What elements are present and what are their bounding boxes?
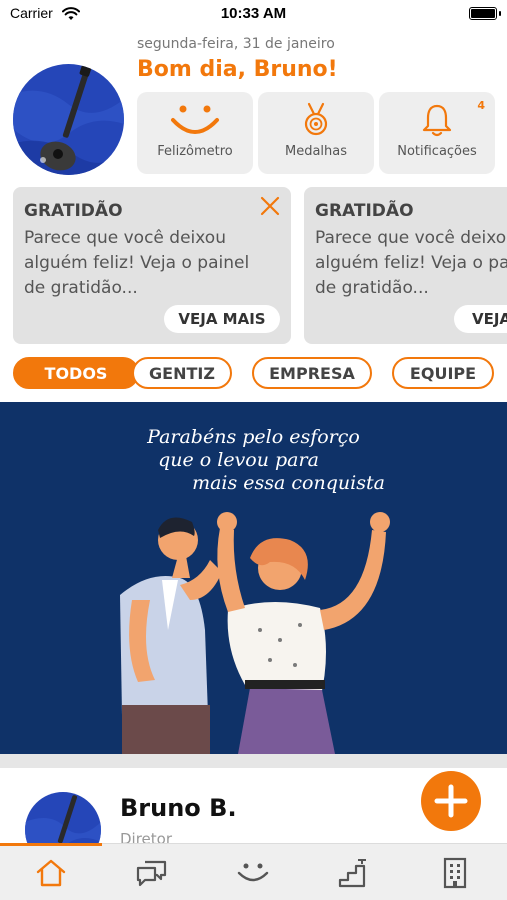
home-icon	[36, 859, 65, 886]
felizometro-card[interactable]: Felizômetro	[137, 92, 253, 174]
felizometro-label: Felizômetro	[157, 144, 233, 159]
tab-empresa[interactable]	[404, 844, 505, 900]
profile-avatar[interactable]	[13, 64, 124, 175]
veja-mais-button[interactable]: VEJA MAIS	[164, 305, 280, 333]
status-bar: Carrier 10:33 AM	[0, 0, 507, 30]
plus-icon	[434, 784, 468, 818]
gratitude-text: Parece que você deixou alguém feliz! Vej…	[24, 228, 250, 298]
gratitude-card[interactable]: GRATIDÃO Parece que você deixou alguém f…	[304, 187, 507, 344]
filter-empresa[interactable]: EMPRESA	[252, 357, 372, 389]
tab-ranking[interactable]	[303, 844, 404, 900]
chat-icon	[136, 860, 166, 886]
celebrating-people-illustration	[120, 512, 390, 754]
notificacoes-card[interactable]: 4 Notificações	[379, 92, 495, 174]
gratitude-card[interactable]: GRATIDÃO Parece que você deixou alguém f…	[13, 187, 291, 344]
add-post-button[interactable]	[421, 771, 481, 831]
close-icon[interactable]	[260, 196, 280, 220]
filter-equipe[interactable]: EQUIPE	[392, 357, 494, 389]
filter-todos[interactable]: TODOS	[13, 357, 139, 389]
tab-home[interactable]	[0, 844, 101, 900]
gratitude-text: Parece que você deixou alguém feliz! Vej…	[315, 228, 507, 298]
medal-icon	[304, 102, 328, 136]
smile-icon	[171, 105, 219, 134]
bell-icon	[422, 104, 452, 137]
gratitude-title: GRATIDÃO	[315, 201, 414, 221]
post-author-name: Bruno B.	[120, 794, 237, 822]
gratitude-title: GRATIDÃO	[24, 201, 123, 221]
veja-mais-button[interactable]: VEJA MAIS	[454, 305, 507, 333]
tab-felizometro[interactable]	[202, 844, 303, 900]
greeting-title: Bom dia, Bruno!	[137, 57, 338, 82]
battery-icon	[469, 7, 497, 20]
medalhas-label: Medalhas	[284, 144, 348, 159]
smile-icon	[237, 863, 268, 881]
congrats-banner[interactable]: Parabéns pelo esforço que o levou para m…	[0, 402, 507, 754]
building-icon	[443, 857, 466, 888]
filter-gentiz[interactable]: GENTIZ	[132, 357, 232, 389]
tab-chat[interactable]	[101, 844, 202, 900]
bottom-tab-bar	[0, 843, 507, 900]
medalhas-card[interactable]: Medalhas	[258, 92, 374, 174]
date-label: segunda-feira, 31 de janeiro	[137, 36, 335, 52]
ranking-icon	[338, 858, 366, 887]
notificacoes-label: Notificações	[397, 144, 477, 159]
banner-message: Parabéns pelo esforço que o levou para m…	[147, 426, 385, 494]
status-time: 10:33 AM	[220, 5, 287, 22]
feed-separator	[0, 754, 507, 768]
